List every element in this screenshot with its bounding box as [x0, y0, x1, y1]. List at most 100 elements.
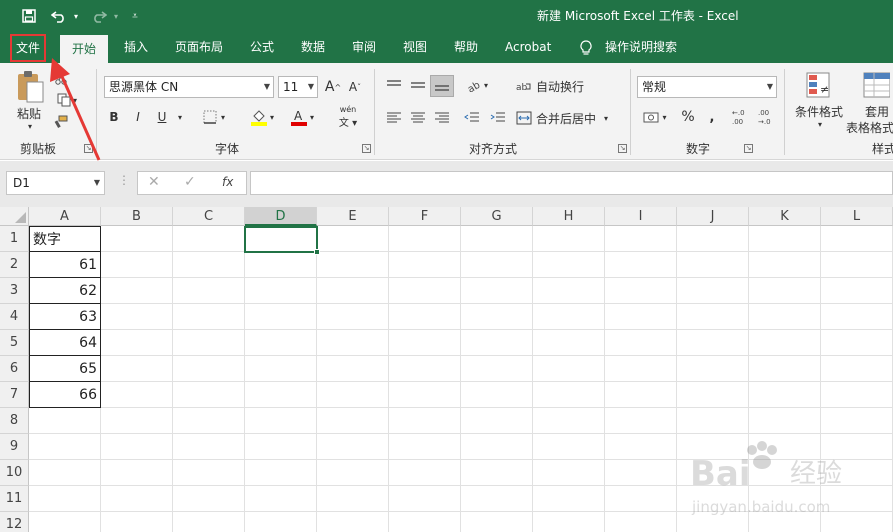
cell-i2[interactable] — [605, 252, 677, 278]
merge-center-button[interactable]: 合并后居中 ▾ — [516, 107, 620, 129]
cell-f10[interactable] — [389, 460, 461, 486]
cell-i3[interactable] — [605, 278, 677, 304]
select-all-button[interactable] — [0, 207, 29, 226]
cell-e6[interactable] — [317, 356, 389, 382]
cell-f6[interactable] — [389, 356, 461, 382]
cell-c9[interactable] — [173, 434, 245, 460]
comma-style-icon[interactable]: , — [702, 107, 722, 127]
cell-a4[interactable]: 63 — [29, 304, 101, 330]
column-header-b[interactable]: B — [101, 207, 173, 226]
cell-f1[interactable] — [389, 226, 461, 252]
cell-b8[interactable] — [101, 408, 173, 434]
cell-c6[interactable] — [173, 356, 245, 382]
cell-k4[interactable] — [749, 304, 821, 330]
cell-f3[interactable] — [389, 278, 461, 304]
tab-formulas[interactable]: 公式 — [250, 32, 274, 63]
bold-button[interactable]: B — [106, 107, 122, 127]
row-header-5[interactable]: 5 — [0, 330, 29, 356]
cell-k5[interactable] — [749, 330, 821, 356]
cell-e2[interactable] — [317, 252, 389, 278]
decrease-decimal-icon[interactable]: .00 →.0 — [756, 105, 778, 129]
cell-a9[interactable] — [29, 434, 101, 460]
cell-a7[interactable]: 66 — [29, 382, 101, 408]
cell-e7[interactable] — [317, 382, 389, 408]
align-left-icon[interactable] — [382, 107, 406, 127]
cell-l6[interactable] — [821, 356, 893, 382]
align-center-icon[interactable] — [406, 107, 430, 127]
cell-f7[interactable] — [389, 382, 461, 408]
cell-j3[interactable] — [677, 278, 749, 304]
cell-c12[interactable] — [173, 512, 245, 532]
cell-i9[interactable] — [605, 434, 677, 460]
column-header-i[interactable]: I — [605, 207, 677, 226]
row-header-10[interactable]: 10 — [0, 460, 29, 486]
cell-c10[interactable] — [173, 460, 245, 486]
column-header-a[interactable]: A — [29, 207, 101, 226]
cell-g1[interactable] — [461, 226, 533, 252]
tab-insert[interactable]: 插入 — [124, 32, 148, 63]
cell-g10[interactable] — [461, 460, 533, 486]
cell-h8[interactable] — [533, 408, 605, 434]
align-right-icon[interactable] — [430, 107, 454, 127]
tab-acrobat[interactable]: Acrobat — [505, 32, 551, 63]
cell-i5[interactable] — [605, 330, 677, 356]
cell-h3[interactable] — [533, 278, 605, 304]
cell-h4[interactable] — [533, 304, 605, 330]
format-as-table-label-1[interactable]: 套用 — [856, 103, 893, 119]
cell-d9[interactable] — [245, 434, 317, 460]
cell-i7[interactable] — [605, 382, 677, 408]
cell-h7[interactable] — [533, 382, 605, 408]
cell-e4[interactable] — [317, 304, 389, 330]
column-header-h[interactable]: H — [533, 207, 605, 226]
conditional-format-dropdown-icon[interactable]: ▾ — [814, 119, 826, 129]
cell-i11[interactable] — [605, 486, 677, 512]
cell-d10[interactable] — [245, 460, 317, 486]
cell-h10[interactable] — [533, 460, 605, 486]
cell-f11[interactable] — [389, 486, 461, 512]
cell-g7[interactable] — [461, 382, 533, 408]
column-header-d[interactable]: D — [245, 207, 317, 226]
row-header-11[interactable]: 11 — [0, 486, 29, 512]
active-cell-d1[interactable] — [244, 226, 318, 253]
tab-home[interactable]: 开始 — [60, 35, 109, 63]
cell-d8[interactable] — [245, 408, 317, 434]
lightbulb-icon[interactable] — [580, 32, 592, 63]
redo-dropdown-icon[interactable]: ▾ — [110, 0, 122, 32]
cell-b4[interactable] — [101, 304, 173, 330]
cell-c2[interactable] — [173, 252, 245, 278]
cell-f4[interactable] — [389, 304, 461, 330]
cell-g12[interactable] — [461, 512, 533, 532]
font-size-select[interactable]: 11 ▼ — [278, 76, 318, 98]
font-launcher-icon[interactable]: ↘ — [362, 144, 371, 153]
cell-h2[interactable] — [533, 252, 605, 278]
column-header-g[interactable]: G — [461, 207, 533, 226]
cell-i4[interactable] — [605, 304, 677, 330]
cell-l4[interactable] — [821, 304, 893, 330]
undo-dropdown-icon[interactable]: ▾ — [70, 0, 82, 32]
clipboard-launcher-icon[interactable]: ↘ — [84, 144, 93, 153]
cell-g5[interactable] — [461, 330, 533, 356]
cell-d6[interactable] — [245, 356, 317, 382]
cell-j8[interactable] — [677, 408, 749, 434]
column-header-j[interactable]: J — [677, 207, 749, 226]
cell-e3[interactable] — [317, 278, 389, 304]
fill-color-button[interactable]: ▾ — [244, 107, 280, 127]
column-header-f[interactable]: F — [389, 207, 461, 226]
row-header-2[interactable]: 2 — [0, 252, 29, 278]
cell-e10[interactable] — [317, 460, 389, 486]
column-header-c[interactable]: C — [173, 207, 245, 226]
top-align-icon[interactable] — [382, 75, 406, 95]
decrease-indent-icon[interactable] — [460, 107, 484, 127]
row-header-9[interactable]: 9 — [0, 434, 29, 460]
copy-icon[interactable]: ▾ — [52, 91, 82, 109]
row-header-8[interactable]: 8 — [0, 408, 29, 434]
cell-k3[interactable] — [749, 278, 821, 304]
tab-view[interactable]: 视图 — [403, 32, 427, 63]
cell-f8[interactable] — [389, 408, 461, 434]
wrap-text-button[interactable]: ab 自动换行 — [516, 75, 596, 97]
number-launcher-icon[interactable]: ↘ — [744, 144, 753, 153]
increase-decimal-icon[interactable]: ←.0.00 — [730, 105, 752, 129]
font-color-button[interactable]: A ▾ — [284, 107, 320, 127]
tab-page-layout[interactable]: 页面布局 — [175, 32, 223, 63]
percent-style-button[interactable]: % — [678, 107, 698, 127]
